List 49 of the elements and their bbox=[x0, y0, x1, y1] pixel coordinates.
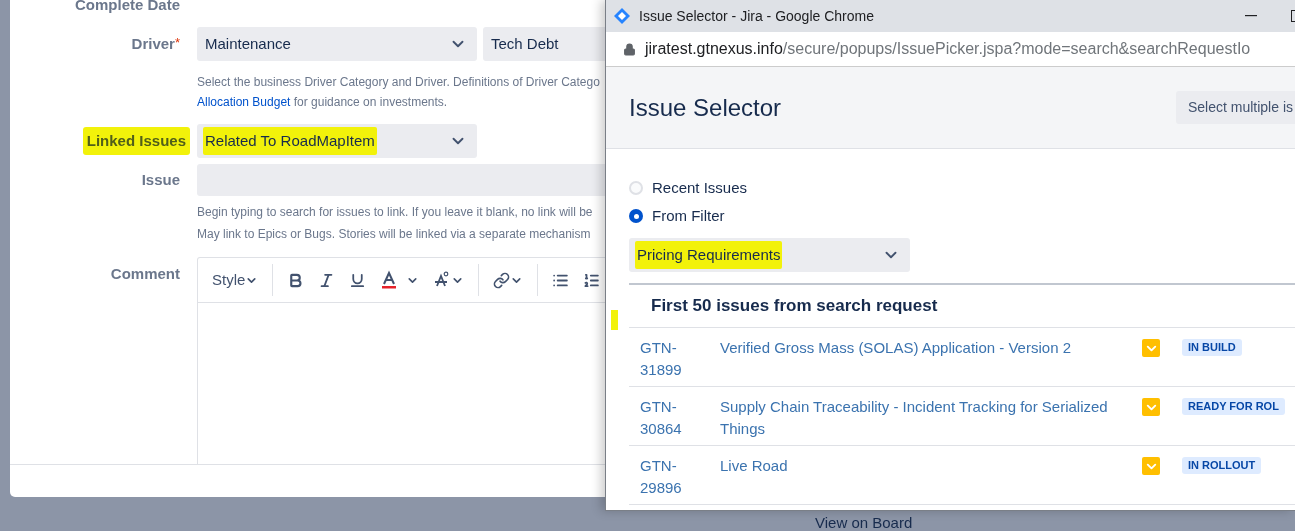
field-label: Linked Issues bbox=[82, 126, 190, 156]
url-text: jiratest.gtnexus.info/secure/popups/IssuePicker.jspa?mode=search&searchRequestIo bbox=[645, 39, 1251, 59]
selected-value: Pricing Requirements bbox=[635, 240, 783, 270]
field-label: Comment bbox=[110, 264, 180, 284]
radio-label: From Filter bbox=[652, 205, 725, 226]
link-type-select[interactable]: Related To RoadMapItem bbox=[197, 124, 477, 158]
help-text: May link to Epics or Bugs. Stories will be linked via a separate mechanism bbox=[197, 226, 592, 243]
issue-row[interactable]: GTN-29896 Live Road IN ROLLOUT bbox=[629, 446, 1295, 505]
issue-key[interactable]: GTN-31899 bbox=[629, 337, 720, 381]
improvement-icon bbox=[1142, 339, 1160, 357]
highlighter-mark bbox=[611, 310, 618, 330]
status-lozenge: IN BUILD bbox=[1182, 339, 1242, 356]
improvement-icon bbox=[1142, 398, 1160, 416]
radio-label: Recent Issues bbox=[652, 177, 748, 198]
page-heading: Issue Selector bbox=[629, 92, 782, 123]
diamond-logo-icon bbox=[614, 8, 630, 24]
issue-key[interactable]: GTN-30864 bbox=[629, 396, 720, 440]
issue-summary[interactable]: Verified Gross Mass (SOLAS) Application - Version 2 bbox=[720, 337, 1130, 359]
issue-key[interactable]: GTN-29896 bbox=[629, 455, 720, 499]
filter-select[interactable]: Pricing Requirements bbox=[629, 238, 910, 272]
improvement-icon bbox=[1142, 457, 1160, 475]
issue-row[interactable]: GTN-31899 Verified Gross Mass (SOLAS) Application - Version 2 IN BUILD bbox=[629, 328, 1295, 387]
numbered-list-icon[interactable] bbox=[583, 271, 601, 289]
selected-value: Related To RoadMapItem bbox=[203, 126, 377, 156]
style-menu[interactable]: Style bbox=[212, 268, 259, 292]
background-link[interactable]: View on Board bbox=[815, 512, 913, 531]
issue-summary[interactable]: Supply Chain Traceability - Incident Tracking for Serialized Things bbox=[720, 396, 1130, 440]
required-mark: * bbox=[174, 34, 180, 52]
underline-icon[interactable] bbox=[349, 271, 367, 289]
field-label: Issue bbox=[141, 169, 180, 190]
help-text: Select the business Driver Category and Driver. Definitions of Driver Catego bbox=[197, 74, 601, 91]
help-text: Allocation Budget for guidance on investments. bbox=[197, 94, 449, 111]
category-select[interactable]: Maintenance bbox=[197, 27, 477, 61]
help-link[interactable]: Allocation Budget bbox=[197, 95, 291, 109]
results-heading: First 50 issues from search request bbox=[651, 295, 938, 318]
lock-icon bbox=[623, 42, 636, 56]
issue-row[interactable]: GTN-30864 Supply Chain Traceability - Incident Tracking for Serialized Things READY FOR ROL bbox=[629, 387, 1295, 446]
status-lozenge: READY FOR ROL bbox=[1182, 398, 1285, 415]
status-lozenge: IN ROLLOUT bbox=[1182, 457, 1262, 474]
radio-button[interactable] bbox=[629, 181, 643, 195]
window-title: Issue Selector - Jira - Google Chrome bbox=[639, 6, 874, 26]
link-icon bbox=[493, 271, 511, 289]
text-color-icon bbox=[380, 270, 399, 290]
minimize-icon[interactable] bbox=[1245, 15, 1257, 17]
radio-button[interactable] bbox=[629, 209, 643, 223]
select-multiple-button[interactable]: Select multiple is bbox=[1175, 91, 1295, 124]
help-text: Begin typing to search for issues to link. If you leave it blank, no link will be bbox=[197, 204, 594, 221]
issue-summary[interactable]: Live Road bbox=[720, 455, 1130, 477]
field-label: Driver bbox=[131, 33, 175, 54]
